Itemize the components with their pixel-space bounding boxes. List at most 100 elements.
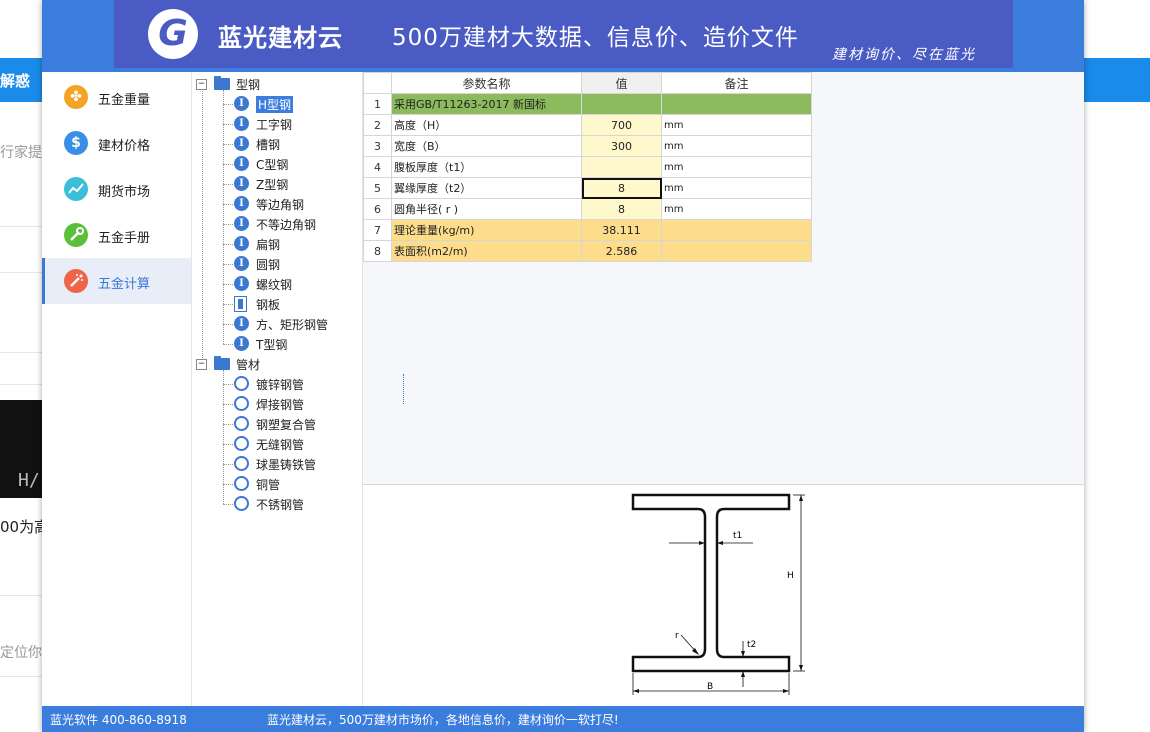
column-header-name[interactable]: 参数名称 <box>391 72 582 94</box>
tree-item[interactable]: I 槽钢 <box>232 134 357 154</box>
tree-connector <box>202 88 203 364</box>
tree-connector <box>223 90 224 344</box>
sidebar-item-label: 五金计算 <box>98 277 151 292</box>
tree-item[interactable]: 焊接钢管 <box>232 394 357 414</box>
tree-item[interactable]: I H型钢 <box>232 94 357 114</box>
tree-item[interactable]: 球墨铸铁管 <box>232 454 357 474</box>
tree-item-label: 无缝钢管 <box>256 438 305 452</box>
table-row[interactable]: 2 高度（H） 700 mm <box>363 114 812 136</box>
tree-item[interactable]: 钢塑复合管 <box>232 414 357 434</box>
tree-item[interactable]: 不锈钢管 <box>232 494 357 514</box>
tree-group-label: 型钢 <box>236 78 261 92</box>
tree-item-label: 方、矩形钢管 <box>256 318 329 332</box>
sidebar-item-hardware-weight[interactable]: ✤ 五金重量 <box>42 74 191 120</box>
tree-item-label: 钢塑复合管 <box>256 418 317 432</box>
parameter-value-cell[interactable] <box>581 156 662 178</box>
pipe-ring-icon <box>234 476 249 491</box>
parameter-name-cell[interactable]: 高度（H） <box>391 114 582 136</box>
table-row[interactable]: 5 翼缘厚度（t2） 8 mm <box>363 177 812 199</box>
i-beam-icon: I <box>234 276 249 291</box>
tree-item-label: C型钢 <box>256 158 289 172</box>
parameter-name-cell[interactable]: 宽度（B） <box>391 135 582 157</box>
pipe-ring-icon <box>234 376 249 391</box>
parameter-name-cell[interactable]: 表面积(m2/m) <box>391 240 582 262</box>
sidebar-item-hardware-manual[interactable]: 五金手册 <box>42 212 191 258</box>
splitter-handle[interactable] <box>403 374 405 404</box>
sidebar-item-futures-market[interactable]: 期货市场 <box>42 166 191 212</box>
tree-item[interactable]: I 圆钢 <box>232 254 357 274</box>
table-row[interactable]: 6 圆角半径( r ) 8 mm <box>363 198 812 220</box>
tree-item[interactable]: 镀锌钢管 <box>232 374 357 394</box>
tree-item[interactable]: I Z型钢 <box>232 174 357 194</box>
i-beam-icon: I <box>234 216 249 231</box>
tree-group-section-steel[interactable]: − 型钢 <box>196 74 356 94</box>
tree-item[interactable]: I 不等边角钢 <box>232 214 357 234</box>
sidebar-item-material-price[interactable]: $ 建材价格 <box>42 120 191 166</box>
parameter-value-cell[interactable]: 300 <box>581 135 662 157</box>
banner-area: G 蓝光建材云 500万建材大数据、信息价、造价文件 建材询价、尽在蓝光 <box>42 0 1084 72</box>
parameter-note-cell[interactable]: mm <box>661 177 812 199</box>
banner-slogan: 500万建材大数据、信息价、造价文件 <box>392 25 799 51</box>
row-index-cell: 5 <box>363 177 392 199</box>
parameter-note-cell[interactable]: mm <box>661 156 812 178</box>
parameter-value-cell[interactable]: 700 <box>581 114 662 136</box>
table-row[interactable]: 7 理论重量(kg/m) 38.111 <box>363 219 812 241</box>
column-header-value[interactable]: 值 <box>581 72 662 94</box>
tree-item-label: 工字钢 <box>256 118 293 132</box>
parameter-name-cell[interactable]: 翼缘厚度（t2） <box>391 177 582 199</box>
calculator-wand-icon <box>64 269 88 293</box>
parameter-value-cell[interactable] <box>581 93 662 115</box>
parameter-value-cell[interactable]: 2.586 <box>581 240 662 262</box>
i-beam-icon: I <box>234 256 249 271</box>
tree-item[interactable]: 钢板 <box>232 294 357 314</box>
dimension-label-t1: t1 <box>733 531 742 541</box>
parameter-value-cell[interactable]: 8 <box>581 177 662 199</box>
background-divider <box>0 352 42 353</box>
background-text: 行家提 <box>0 145 42 161</box>
brand-logo-icon: G <box>148 9 198 59</box>
sidebar-item-hardware-calculation[interactable]: 五金计算 <box>42 258 191 304</box>
grid-corner-cell <box>363 72 392 94</box>
tree-item[interactable]: I 方、矩形钢管 <box>232 314 357 334</box>
pipe-ring-icon <box>234 416 249 431</box>
parameter-note-cell[interactable] <box>661 240 812 262</box>
collapse-toggle-icon[interactable]: − <box>196 79 207 90</box>
row-index-cell: 4 <box>363 156 392 178</box>
dimension-label-b: B <box>707 682 713 692</box>
tree-item[interactable]: I C型钢 <box>232 154 357 174</box>
parameter-value-cell[interactable]: 8 <box>581 198 662 220</box>
pipe-ring-icon <box>234 436 249 451</box>
sidebar-item-label: 期货市场 <box>98 185 151 200</box>
parameter-note-cell[interactable]: mm <box>661 198 812 220</box>
tree-group-label: 管材 <box>236 358 261 372</box>
clover-icon: ✤ <box>64 85 88 109</box>
tree-item[interactable]: I 工字钢 <box>232 114 357 134</box>
parameter-note-cell[interactable] <box>661 219 812 241</box>
table-row[interactable]: 1 采用GB/T11263-2017 新国标 <box>363 93 812 115</box>
tree-item[interactable]: 无缝钢管 <box>232 434 357 454</box>
parameter-name-cell[interactable]: 圆角半径( r ) <box>391 198 582 220</box>
sidebar-item-label: 五金手册 <box>98 231 151 246</box>
parameter-note-cell[interactable] <box>661 93 812 115</box>
parameter-value-cell[interactable]: 38.111 <box>581 219 662 241</box>
tree-item[interactable]: 铜管 <box>232 474 357 494</box>
calculator-window: G 蓝光建材云 500万建材大数据、信息价、造价文件 建材询价、尽在蓝光 ✤ 五… <box>42 0 1084 732</box>
tree-item[interactable]: I 螺纹钢 <box>232 274 357 294</box>
parameter-name-cell[interactable]: 理论重量(kg/m) <box>391 219 582 241</box>
parameter-note-cell[interactable]: mm <box>661 114 812 136</box>
tree-group-pipe[interactable]: − 管材 <box>196 354 356 374</box>
collapse-toggle-icon[interactable]: − <box>196 359 207 370</box>
plate-icon <box>234 296 247 312</box>
row-index-cell: 1 <box>363 93 392 115</box>
parameter-name-cell[interactable]: 腹板厚度（t1） <box>391 156 582 178</box>
parameter-note-cell[interactable]: mm <box>661 135 812 157</box>
parameter-name-cell[interactable]: 采用GB/T11263-2017 新国标 <box>391 93 582 115</box>
tree-item[interactable]: I T型钢 <box>232 334 357 354</box>
status-contact: 蓝光软件 400-860-8918 <box>50 713 187 727</box>
table-row[interactable]: 4 腹板厚度（t1） mm <box>363 156 812 178</box>
tree-item[interactable]: I 等边角钢 <box>232 194 357 214</box>
column-header-note[interactable]: 备注 <box>661 72 812 94</box>
tree-item[interactable]: I 扁钢 <box>232 234 357 254</box>
table-row[interactable]: 8 表面积(m2/m) 2.586 <box>363 240 812 262</box>
table-row[interactable]: 3 宽度（B） 300 mm <box>363 135 812 157</box>
